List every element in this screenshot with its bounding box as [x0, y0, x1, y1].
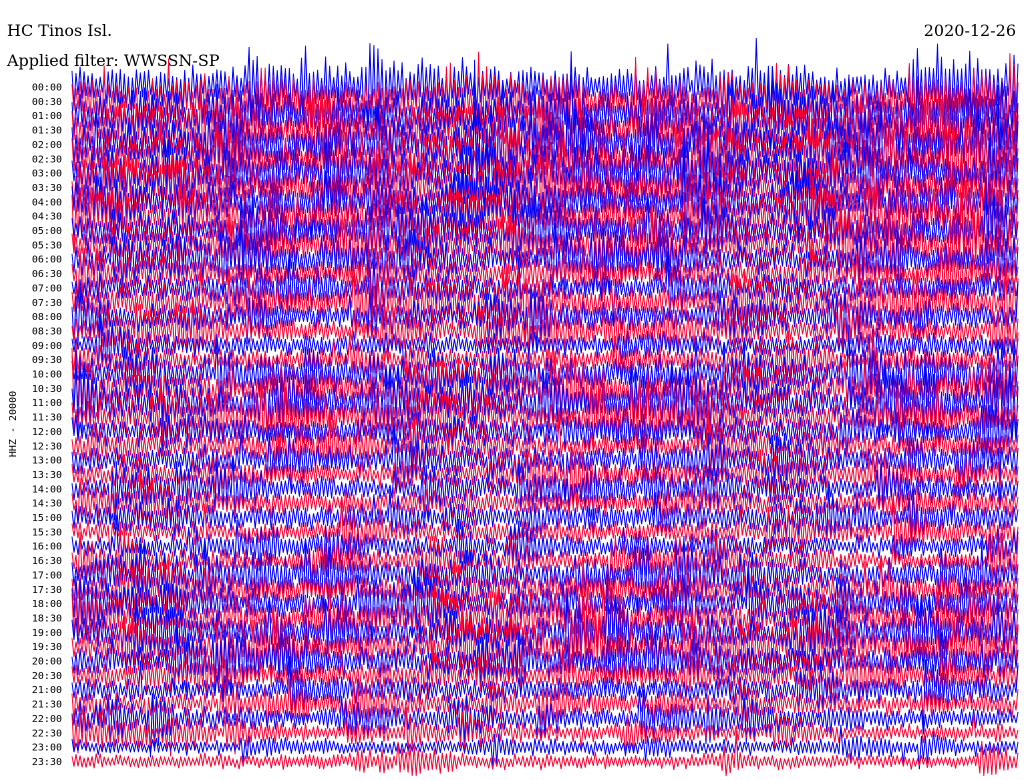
tick-label-2230: 22:30 [32, 728, 62, 739]
tick-label-2130: 21:30 [32, 700, 62, 711]
tick-label-1600: 16:00 [32, 542, 62, 553]
tick-label-1700: 17:00 [32, 570, 62, 581]
tick-label-0630: 06:30 [32, 269, 62, 280]
filter-label: Applied filter: WWSSN-SP [6, 51, 220, 70]
tick-label-0430: 04:30 [32, 212, 62, 223]
tick-label-2330: 23:30 [32, 757, 62, 768]
tick-label-0230: 02:30 [32, 154, 62, 165]
tick-label-1800: 18:00 [32, 599, 62, 610]
tick-label-1200: 12:00 [32, 427, 62, 438]
tick-label-1300: 13:00 [32, 456, 62, 467]
tick-label-1930: 19:30 [32, 642, 62, 653]
tick-label-1230: 12:30 [32, 441, 62, 452]
tick-label-0030: 00:30 [32, 97, 62, 108]
tick-label-2200: 22:00 [32, 714, 62, 725]
tick-label-1400: 14:00 [32, 484, 62, 495]
tick-label-1530: 15:30 [32, 527, 62, 538]
tick-label-2100: 21:00 [32, 685, 62, 696]
tick-label-0800: 08:00 [32, 312, 62, 323]
tick-label-0100: 01:00 [32, 111, 62, 122]
station-title: HC Tinos Isl. [7, 21, 112, 40]
tick-label-2030: 20:30 [32, 671, 62, 682]
tick-label-1900: 19:00 [32, 628, 62, 639]
tick-label-0600: 06:00 [32, 255, 62, 266]
tick-label-0830: 08:30 [32, 326, 62, 337]
tick-label-2000: 20:00 [32, 657, 62, 668]
tick-label-0530: 05:30 [32, 240, 62, 251]
y-axis-label: HHZ - 20000 [8, 391, 19, 457]
tick-label-0400: 04:00 [32, 197, 62, 208]
tick-label-0000: 00:00 [32, 83, 62, 94]
tick-label-1830: 18:30 [32, 613, 62, 624]
tick-label-1730: 17:30 [32, 585, 62, 596]
tick-label-1330: 13:30 [32, 470, 62, 481]
time-tick-labels: 00:00 00:30 01:00 01:30 02:00 02:30 03:00 03:30… [32, 83, 62, 768]
tick-label-0930: 09:30 [32, 355, 62, 366]
tick-label-0300: 03:00 [32, 169, 62, 180]
tick-label-1030: 10:30 [32, 384, 62, 395]
tick-label-0700: 07:00 [32, 283, 62, 294]
date-label: 2020-12-26 [924, 21, 1016, 40]
tick-label-0200: 02:00 [32, 140, 62, 151]
tick-label-2300: 23:00 [32, 743, 62, 754]
tick-label-1100: 11:00 [32, 398, 62, 409]
tick-label-1430: 14:30 [32, 499, 62, 510]
tick-label-0330: 03:30 [32, 183, 62, 194]
tick-label-0130: 01:30 [32, 126, 62, 137]
trace-group [71, 37, 1019, 777]
tick-label-1000: 10:00 [32, 370, 62, 381]
tick-label-0730: 07:30 [32, 298, 62, 309]
helicorder-chart: HC Tinos Isl. 2020-12-26 Applied filter:… [6, 21, 1019, 777]
tick-label-1500: 15:00 [32, 513, 62, 524]
tick-label-1130: 11:30 [32, 413, 62, 424]
tick-label-0500: 05:00 [32, 226, 62, 237]
tick-label-1630: 16:30 [32, 556, 62, 567]
tick-label-0900: 09:00 [32, 341, 62, 352]
